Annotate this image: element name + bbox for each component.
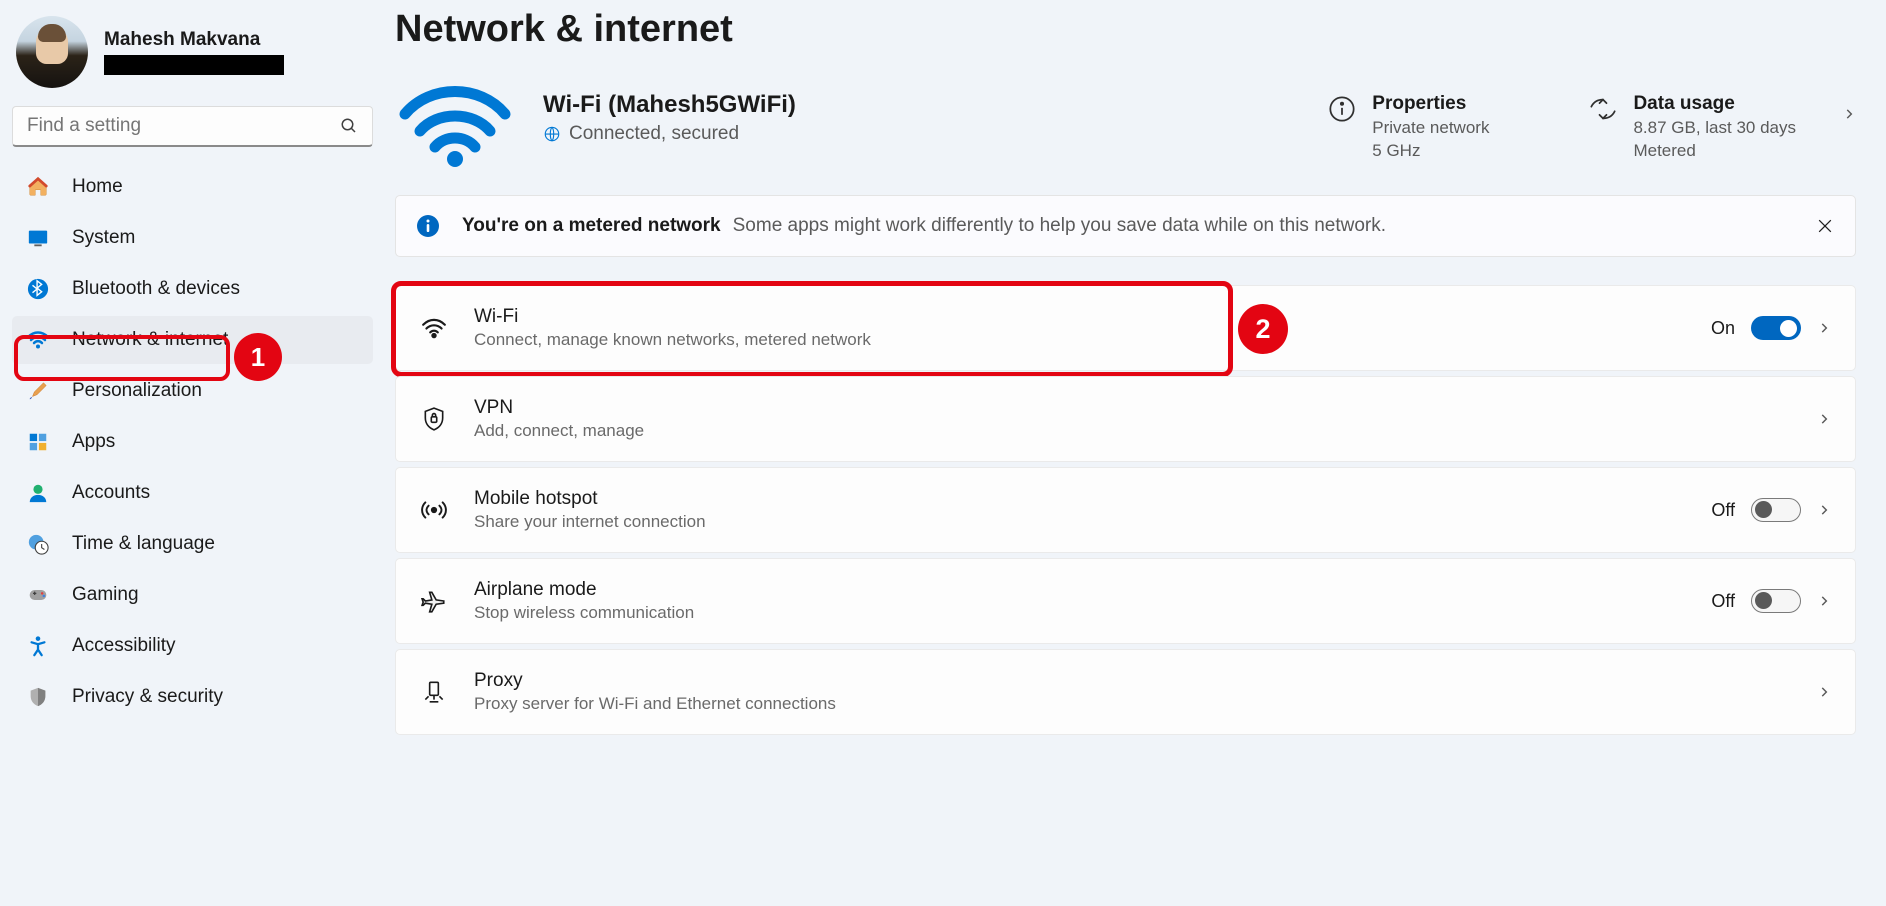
chevron-right-icon	[1817, 321, 1831, 335]
wifi-toggle[interactable]	[1751, 316, 1801, 340]
chevron-right-icon	[1817, 503, 1831, 517]
brush-icon	[26, 379, 50, 403]
sidebar: Mahesh Makvana Home System Bluetooth & d…	[0, 0, 385, 906]
sidebar-item-home[interactable]: Home	[12, 163, 373, 211]
info-icon	[1328, 95, 1356, 123]
user-header[interactable]: Mahesh Makvana	[12, 12, 373, 106]
avatar[interactable]	[16, 16, 88, 88]
card-title: VPN	[474, 397, 1791, 419]
properties-block[interactable]: Properties Private network 5 GHz	[1328, 79, 1489, 163]
info-filled-icon	[416, 214, 440, 238]
card-airplane[interactable]: Airplane mode Stop wireless communicatio…	[395, 558, 1856, 644]
card-subtitle: Share your internet connection	[474, 512, 1685, 532]
close-icon[interactable]	[1815, 216, 1835, 236]
vpn-shield-icon	[420, 405, 448, 433]
banner-text: Some apps might work differently to help…	[733, 215, 1386, 236]
toggle-label: On	[1711, 318, 1735, 339]
chevron-right-icon[interactable]	[1842, 107, 1856, 121]
card-vpn[interactable]: VPN Add, connect, manage	[395, 376, 1856, 462]
sidebar-item-label: System	[72, 227, 135, 249]
card-subtitle: Connect, manage known networks, metered …	[474, 330, 1685, 350]
airplane-icon	[420, 587, 448, 615]
shield-icon	[26, 685, 50, 709]
properties-line2: 5 GHz	[1372, 140, 1489, 163]
wifi-status: Connected, secured	[569, 123, 739, 145]
system-icon	[26, 226, 50, 250]
wifi-name: Wi-Fi (Mahesh5GWiFi)	[543, 91, 1300, 119]
sidebar-item-accessibility[interactable]: Accessibility	[12, 622, 373, 670]
toggle-label: Off	[1711, 591, 1735, 612]
globe-icon	[543, 125, 561, 143]
sidebar-item-label: Apps	[72, 431, 115, 453]
sidebar-item-label: Time & language	[72, 533, 215, 555]
hotspot-toggle[interactable]	[1751, 498, 1801, 522]
card-wifi[interactable]: Wi-Fi Connect, manage known networks, me…	[395, 285, 1856, 371]
data-usage-block[interactable]: Data usage 8.87 GB, last 30 days Metered	[1589, 79, 1796, 163]
card-title: Proxy	[474, 670, 1791, 692]
sidebar-item-label: Accounts	[72, 482, 150, 504]
sidebar-item-bluetooth[interactable]: Bluetooth & devices	[12, 265, 373, 313]
sidebar-item-label: Gaming	[72, 584, 139, 606]
user-name: Mahesh Makvana	[104, 29, 284, 51]
data-usage-title: Data usage	[1633, 93, 1796, 115]
annotation-highlight-1	[14, 335, 230, 381]
sidebar-item-label: Home	[72, 176, 123, 198]
sidebar-item-system[interactable]: System	[12, 214, 373, 262]
card-proxy[interactable]: Proxy Proxy server for Wi-Fi and Etherne…	[395, 649, 1856, 735]
card-subtitle: Proxy server for Wi-Fi and Ethernet conn…	[474, 694, 1791, 714]
sidebar-item-label: Personalization	[72, 380, 202, 402]
proxy-icon	[420, 678, 448, 706]
airplane-toggle[interactable]	[1751, 589, 1801, 613]
apps-icon	[26, 430, 50, 454]
chevron-right-icon	[1817, 594, 1831, 608]
annotation-badge-1: 1	[234, 333, 282, 381]
main-content: Network & internet Wi-Fi (Mahesh5GWiFi) …	[385, 0, 1886, 906]
clock-globe-icon	[26, 532, 50, 556]
person-icon	[26, 481, 50, 505]
wifi-icon	[420, 314, 448, 342]
bluetooth-icon	[26, 277, 50, 301]
page-title: Network & internet	[395, 8, 1856, 51]
sidebar-item-apps[interactable]: Apps	[12, 418, 373, 466]
metered-banner: You're on a metered network Some apps mig…	[395, 195, 1856, 257]
user-email-redacted	[104, 55, 284, 75]
properties-title: Properties	[1372, 93, 1489, 115]
sidebar-item-accounts[interactable]: Accounts	[12, 469, 373, 517]
card-subtitle: Add, connect, manage	[474, 421, 1791, 441]
sidebar-item-label: Bluetooth & devices	[72, 278, 240, 300]
gamepad-icon	[26, 583, 50, 607]
banner-bold: You're on a metered network	[462, 215, 721, 236]
home-icon	[26, 175, 50, 199]
sidebar-item-privacy[interactable]: Privacy & security	[12, 673, 373, 721]
settings-cards: Wi-Fi Connect, manage known networks, me…	[395, 285, 1856, 735]
sidebar-item-label: Accessibility	[72, 635, 175, 657]
data-usage-icon	[1589, 95, 1617, 123]
data-usage-line2: Metered	[1633, 140, 1796, 163]
search-icon	[340, 117, 358, 135]
card-title: Wi-Fi	[474, 306, 1685, 328]
nav-list: Home System Bluetooth & devices Network …	[12, 163, 373, 721]
sidebar-item-label: Privacy & security	[72, 686, 223, 708]
card-subtitle: Stop wireless communication	[474, 603, 1685, 623]
sidebar-item-time[interactable]: Time & language	[12, 520, 373, 568]
card-title: Mobile hotspot	[474, 488, 1685, 510]
card-title: Airplane mode	[474, 579, 1685, 601]
toggle-label: Off	[1711, 500, 1735, 521]
sidebar-item-gaming[interactable]: Gaming	[12, 571, 373, 619]
wifi-large-icon	[395, 79, 515, 167]
hotspot-icon	[420, 496, 448, 524]
chevron-right-icon	[1817, 685, 1831, 699]
accessibility-icon	[26, 634, 50, 658]
search-input[interactable]	[27, 115, 340, 137]
properties-line1: Private network	[1372, 117, 1489, 140]
search-input-wrap[interactable]	[12, 106, 373, 147]
chevron-right-icon	[1817, 412, 1831, 426]
data-usage-line1: 8.87 GB, last 30 days	[1633, 117, 1796, 140]
card-hotspot[interactable]: Mobile hotspot Share your internet conne…	[395, 467, 1856, 553]
wifi-summary: Wi-Fi (Mahesh5GWiFi) Connected, secured …	[395, 79, 1856, 167]
